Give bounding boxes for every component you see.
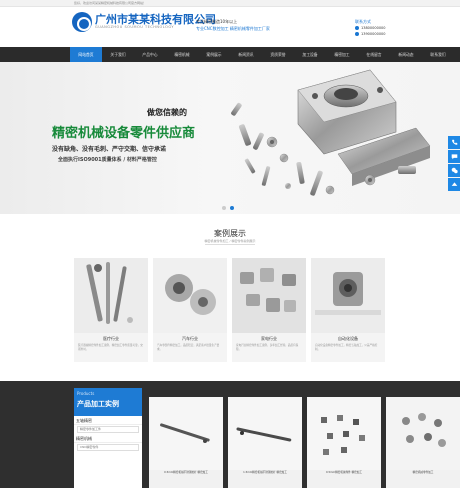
nav-item[interactable]: 精密加工 <box>326 47 358 62</box>
nav-item[interactable]: 联系我们 <box>422 47 454 62</box>
chat-icon[interactable] <box>448 150 460 163</box>
carousel-dot[interactable] <box>222 206 226 210</box>
slogan-line-2: 专业CNC数控加工 精密机械零件加工厂家 <box>196 26 270 31</box>
cases-title: 案例展示 <box>214 229 246 238</box>
products-header-cn: 产品加工实例 <box>77 400 119 408</box>
case-desc: 医疗器械精密零件加工案例，精密加工零件质量可靠，交期准时。 <box>78 344 143 351</box>
nav-item[interactable]: 在线留言 <box>358 47 390 62</box>
case-card[interactable]: 家电行业 家电行业精密零件加工案例，多年加工经验，品质有保障。 <box>232 258 306 362</box>
banner-headline: 精密机械设备零件供应商 <box>52 126 196 141</box>
carousel-dots <box>222 206 234 210</box>
product-card[interactable]: 0.5mm精密机械零件 精密加工 <box>307 397 381 488</box>
nav-item[interactable]: 新闻资讯 <box>230 47 262 62</box>
products-header-en: Products <box>77 391 95 396</box>
product-card[interactable]: 0.5mm精密机械不锈钢拉杆 精密加工 <box>149 397 223 488</box>
category-item[interactable]: 五轴精密 <box>74 416 142 425</box>
case-desc: 家电行业精密零件加工案例，多年加工经验，品质有保障。 <box>236 344 299 351</box>
nav-item[interactable]: 产品中心 <box>134 47 166 62</box>
product-image <box>386 397 460 470</box>
subcategory-item[interactable]: CNC精密零件 <box>77 444 139 451</box>
nav-item[interactable]: 关于我们 <box>102 47 134 62</box>
product-list: 0.5mm精密机械不锈钢拉杆 精密加工 1.5mm精密机械不锈钢拉杆 精密加工 … <box>149 397 460 488</box>
nav-item[interactable]: 新闻动态 <box>390 47 422 62</box>
subcategory-item[interactable]: 精密零件加工件 <box>77 426 139 433</box>
product-caption: 1.5mm精密机械不锈钢拉杆 精密加工 <box>243 471 287 474</box>
phone-icon <box>355 26 359 30</box>
case-label: 汽车行业 <box>182 336 198 341</box>
phone-icon <box>355 32 359 36</box>
phone-icon[interactable] <box>448 136 460 149</box>
header: 广州市某某科技有限公司 GUANGZHOU SOUMOU TECHNOLOGY … <box>0 7 460 47</box>
product-caption: 精密机械零件加工 <box>412 471 434 474</box>
case-label: 医疗行业 <box>103 336 119 341</box>
nav-item[interactable]: 精密机械 <box>166 47 198 62</box>
header-slogan: 专注精密制造10年以上 专业CNC数控加工 精密机械零件加工厂家 <box>196 18 288 32</box>
page: 您好，欢迎访问某某精密机械科技有限公司官方网站！ 广州市某某科技有限公司 GUA… <box>0 0 460 488</box>
case-image <box>232 258 306 333</box>
nav-item[interactable]: 案例展示 <box>198 47 230 62</box>
machined-parts-image <box>231 69 431 196</box>
case-image <box>74 258 148 333</box>
header-contact: 联系方式 13800000000 13900000000 <box>355 19 386 37</box>
wechat-icon[interactable] <box>448 164 460 177</box>
side-float-toolbar <box>448 136 460 191</box>
top-icon[interactable] <box>448 178 460 191</box>
product-card[interactable]: 精密机械零件加工 <box>386 397 460 488</box>
product-image <box>307 397 381 470</box>
product-image <box>149 397 223 470</box>
case-list: 医疗行业 医疗器械精密零件加工案例，精密加工零件质量可靠，交期准时。 汽车行业 … <box>74 258 386 362</box>
category-item[interactable]: 精密机械 <box>74 434 142 443</box>
case-image <box>153 258 227 333</box>
banner-line-3: 没有缺角、没有毛刺、严守交期、信守承诺 <box>52 146 167 153</box>
nav-item[interactable]: 资质荣誉 <box>262 47 294 62</box>
case-image <box>311 258 385 333</box>
hero-banner[interactable]: 做您信赖的 精密机械设备零件供应商 没有缺角、没有毛刺、严守交期、信守承诺 全面… <box>0 62 460 214</box>
carousel-dot-active[interactable] <box>230 206 234 210</box>
cases-subtitle: 精密机械零件加工 / 精密零件案例展示 <box>204 239 256 243</box>
slogan-line-1: 专注精密制造10年以上 <box>196 19 238 24</box>
case-card[interactable]: 自动化设备 自动化设备精密零件加工，精密五轴加工，公差严格控制。 <box>311 258 385 362</box>
banner-line-4: 全面执行ISO9001质量体系 / 材料严格管控 <box>58 157 157 163</box>
nav-item[interactable]: 网站首页 <box>70 47 102 62</box>
case-card[interactable]: 汽车行业 汽车零部件精密加工，品质稳定，满足客户批量生产要求。 <box>153 258 227 362</box>
case-label: 自动化设备 <box>338 336 358 341</box>
case-card[interactable]: 医疗行业 医疗器械精密零件加工案例，精密加工零件质量可靠，交期准时。 <box>74 258 148 362</box>
product-caption: 0.5mm精密机械零件 精密加工 <box>326 471 362 474</box>
case-label: 家电行业 <box>261 336 277 341</box>
product-category-list: 五轴精密 精密零件加工件 精密机械 CNC精密零件 <box>74 416 142 488</box>
product-caption: 0.5mm精密机械不锈钢拉杆 精密加工 <box>164 471 208 474</box>
nav-item[interactable]: 加工设备 <box>294 47 326 62</box>
products-header: Products 产品加工实例 <box>74 388 142 416</box>
case-desc: 汽车零部件精密加工，品质稳定，满足客户批量生产要求。 <box>157 344 220 351</box>
product-image <box>228 397 302 470</box>
cases-divider <box>205 244 255 245</box>
top-welcome-bar: 您好，欢迎访问某某精密机械科技有限公司官方网站！ <box>0 0 460 7</box>
case-desc: 自动化设备精密零件加工，精密五轴加工，公差严格控制。 <box>315 344 378 351</box>
main-nav: 网站首页 关于我们 产品中心 精密机械 案例展示 新闻资讯 资质荣誉 加工设备 … <box>0 47 460 62</box>
product-card[interactable]: 1.5mm精密机械不锈钢拉杆 精密加工 <box>228 397 302 488</box>
company-logo[interactable] <box>72 12 92 32</box>
banner-line-1: 做您信赖的 <box>147 108 187 117</box>
phone-number-2: 13900000000 <box>361 32 386 36</box>
company-name-en: GUANGZHOU SOUMOU TECHNOLOGY <box>95 25 174 29</box>
